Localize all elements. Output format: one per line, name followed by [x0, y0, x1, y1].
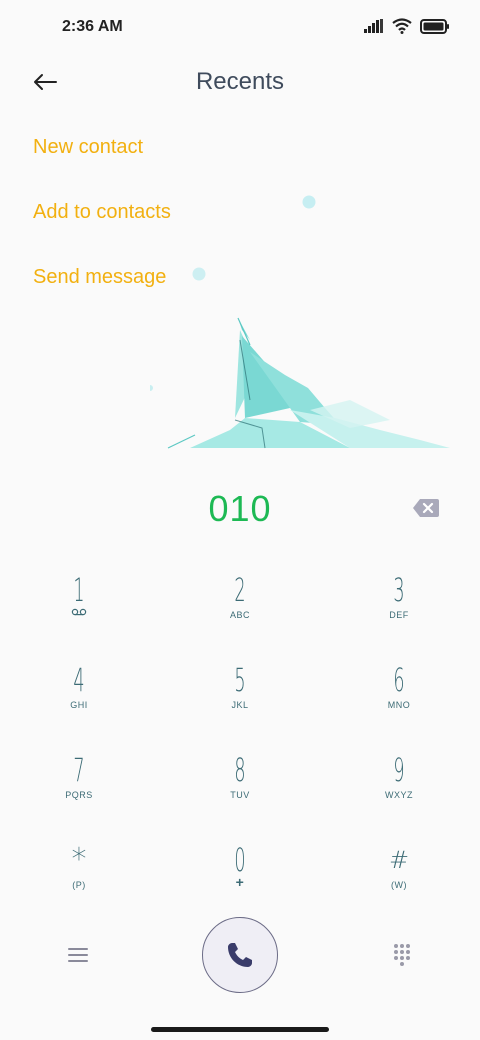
key-3[interactable]: 3 DEF: [339, 572, 459, 662]
key-digit: 6: [393, 661, 405, 699]
key-digit: 5: [234, 661, 246, 699]
key-letters: (P): [72, 880, 86, 890]
key-letters: (W): [391, 880, 407, 890]
key-7[interactable]: 7 PQRS: [19, 752, 139, 842]
key-letters: PQRS: [65, 790, 93, 800]
dialer-bottom-bar: [0, 915, 480, 995]
signal-icon: [364, 19, 383, 33]
add-to-contacts-action[interactable]: Add to contacts: [33, 201, 171, 223]
key-letters: TUV: [230, 790, 250, 800]
key-digit: 0: [234, 841, 246, 879]
keypad-row: 4 GHI 5 JKL 6 MNO: [0, 662, 480, 752]
phone-icon: [228, 943, 252, 967]
voicemail-icon: [71, 608, 87, 616]
bubble-decoration: [302, 195, 316, 209]
new-contact-action[interactable]: New contact: [33, 136, 171, 158]
key-letters: WXYZ: [385, 790, 413, 800]
key-digit: 2: [234, 571, 246, 609]
header: Recents: [0, 58, 480, 106]
key-letters: JKL: [231, 700, 249, 710]
key-digit: 3: [393, 571, 405, 609]
home-indicator[interactable]: [151, 1027, 329, 1032]
key-5[interactable]: 5 JKL: [180, 662, 300, 752]
status-bar: 2:36 AM: [0, 0, 480, 56]
status-time: 2:36 AM: [62, 18, 123, 35]
key-letters: MNO: [387, 700, 411, 710]
wifi-icon: [392, 18, 412, 34]
battery-icon: [420, 18, 449, 34]
send-message-action[interactable]: Send message: [33, 266, 171, 288]
keypad-row: 7 PQRS 8 TUV 9 WXYZ: [0, 752, 480, 842]
key-digit: 9: [393, 751, 405, 789]
key-digit: 4: [73, 661, 85, 699]
dialpad-icon[interactable]: [392, 943, 416, 967]
key-2[interactable]: 2 ABC: [180, 572, 300, 662]
key-letters: GHI: [70, 700, 88, 710]
dialed-number[interactable]: 010: [0, 488, 480, 530]
key-8[interactable]: 8 TUV: [180, 752, 300, 842]
menu-icon[interactable]: [64, 943, 92, 967]
key-digit: 8: [234, 751, 246, 789]
key-letters: DEF: [389, 610, 409, 620]
backspace-icon[interactable]: [412, 498, 440, 518]
key-digit: 7: [73, 751, 85, 789]
key-digit: #: [388, 846, 410, 874]
keypad-row: 1 2 ABC 3 DEF: [0, 572, 480, 662]
key-4[interactable]: 4 GHI: [19, 662, 139, 752]
key-digit: *: [71, 842, 87, 877]
call-button[interactable]: [202, 917, 278, 993]
key-9[interactable]: 9 WXYZ: [339, 752, 459, 842]
status-icons: [364, 18, 450, 34]
key-6[interactable]: 6 MNO: [339, 662, 459, 752]
bubble-decoration: [192, 267, 206, 281]
paper-boat-illustration: [150, 317, 450, 449]
key-letters: ABC: [229, 610, 250, 620]
key-1[interactable]: 1: [19, 572, 139, 662]
page-title: Recents: [195, 68, 285, 95]
key-digit: 1: [73, 571, 85, 609]
